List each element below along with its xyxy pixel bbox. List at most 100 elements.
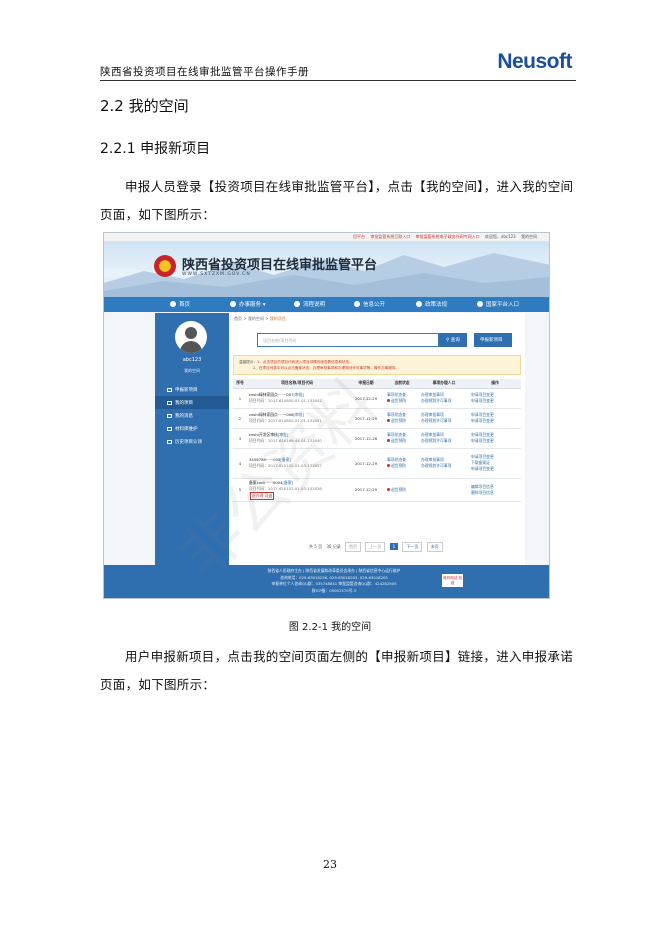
nav-national[interactable]: 国家平台入口: [477, 300, 519, 308]
entry-cell: [419, 478, 469, 502]
apply-date: 2017-12-29: [347, 408, 385, 429]
entry-link[interactable]: 办理规划许可事项: [421, 398, 467, 404]
row-number: 4: [233, 448, 247, 479]
top-link-extranet[interactable]: 审批监管系统电子政务外网专网入口: [416, 234, 480, 239]
sidebar-item-claim[interactable]: 历史项目认领: [155, 435, 229, 448]
breadcrumb-path[interactable]: 首页 > 我的空间 >: [234, 316, 270, 321]
project-name[interactable]: ceshi开发区审核: [249, 432, 278, 437]
national-emblem-icon: [154, 255, 176, 277]
pagination: 共 5 页 36 记录 首页 上一页 1 下一页 末页: [309, 542, 446, 552]
project-name[interactable]: 3456789······005: [249, 457, 280, 462]
column-header: 操作: [469, 379, 521, 389]
nav-disclosure-label: 信息公开: [363, 302, 386, 308]
column-header: 项目名称/项目代码: [247, 379, 347, 389]
materials-icon: [167, 427, 172, 431]
username: abc123: [182, 357, 202, 363]
sidebar-item-materials[interactable]: 材料库维护: [155, 422, 229, 435]
projects-icon: [167, 401, 172, 405]
ops-cell: 编辑项目信息 删除项目信息: [469, 478, 521, 502]
project-table: 序号 项目名称/项目代码 申报日期 当前状态 事项办理人口 操作 1 ceshi…: [233, 379, 521, 502]
top-link-my-space[interactable]: 我的空间: [521, 234, 537, 239]
status-link[interactable]: 退货预防: [391, 463, 406, 468]
top-bar: 回平台 审批监管系统互联入口 审批监管系统电子政务外网专网入口 欢迎您，abc1…: [104, 233, 549, 241]
project-type-tag: [审批]: [293, 392, 305, 397]
gov-site-error-badge[interactable]: 政府网站 找错: [441, 573, 464, 588]
page-number: 23: [323, 858, 337, 871]
status-link[interactable]: 退货预防: [391, 418, 406, 423]
sidebar: abc123 我的空间 申报新项目 我的项目 我的消息 材料库维护 历史项目认领: [155, 313, 229, 565]
project-code[interactable]: 项目代码：2017-610169-44-01-131840: [249, 438, 345, 444]
status-link[interactable]: 退货预防: [391, 487, 406, 492]
header-divider: [100, 80, 576, 81]
nav-home[interactable]: 首页: [170, 300, 190, 308]
nav-process[interactable]: 流程说明: [294, 300, 325, 308]
site-url: WWW.SXTZXM.GOV.CN: [182, 272, 251, 277]
sidebar-item-label: 我的消息: [175, 414, 193, 419]
new-project-icon: [167, 388, 172, 392]
my-space-screenshot: 回平台 审批监管系统互联入口 审批监管系统电子政务外网专网入口 欢迎您，abc1…: [103, 232, 550, 599]
op-link[interactable]: 申请项目变更: [471, 438, 519, 444]
table-row: 2 ceshi绿林家园点·······006[审批] 项目代码：2017-6108…: [233, 408, 521, 429]
apply-date: 2017-12-26: [347, 428, 385, 449]
tip-box: 温馨提示：1、点击项目的项目代码进入项目详情页面查看信息和状态。 2、在项目列表…: [233, 355, 521, 375]
current-page[interactable]: 1: [389, 543, 399, 550]
project-code[interactable]: 项目代码：2017-610800-01-01-131842: [249, 398, 345, 404]
column-header: 申报日期: [347, 379, 385, 389]
page-header: 陕西省投资项目在线审批监管平台操作手册 Neusoft: [100, 44, 576, 80]
sidebar-item-label: 材料库维护: [175, 427, 198, 432]
status-dot-icon: [387, 464, 390, 467]
process-icon: [294, 301, 300, 307]
project-code[interactable]: 项目代码：2017-610800-01-01-131841: [249, 418, 345, 424]
site-footer: 陕西省人民政府主办 | 陕西省发展和改革委员会承办 | 陕西省信息中心运行维护 …: [104, 565, 549, 598]
top-link-home[interactable]: 回平台: [353, 234, 365, 239]
nav-policy[interactable]: 政策法规: [416, 300, 447, 308]
status-link[interactable]: 退货预防: [391, 438, 406, 443]
entry-link[interactable]: 办理规划许可事项: [421, 463, 467, 469]
tip-label: 温馨提示：: [239, 360, 257, 364]
project-name[interactable]: ceshi绿林家园点·······006: [249, 412, 294, 417]
op-link[interactable]: 申请项目变更: [471, 466, 519, 472]
sidebar-item-label: 我的项目: [175, 401, 193, 406]
project-name[interactable]: 备案conk······0004: [249, 480, 283, 485]
user-body-icon: [180, 341, 202, 353]
next-page-button[interactable]: 下一页: [402, 542, 423, 552]
status-cell: 事项状态查 退货预防: [385, 448, 419, 479]
project-cell: 备案conk······0004[备案] 项目代码：2017-610102-01-…: [247, 478, 347, 502]
column-header: 当前状态: [385, 379, 419, 389]
project-cell: ceshi绿林家园点·······007[审批] 项目代码：2017-610800…: [247, 388, 347, 409]
figure-caption: 图 2.2-1 我的空间: [288, 622, 372, 633]
status-dot-icon: [387, 487, 390, 491]
entry-link[interactable]: 办理规划许可事项: [421, 438, 467, 444]
project-name[interactable]: ceshi绿林家园点·······007: [249, 392, 294, 397]
entry-cell: 办理审批事项 办理规划许可事项: [419, 388, 469, 409]
top-link-interconnect[interactable]: 审批监管系统互联入口: [370, 234, 410, 239]
nav-policy-label: 政策法规: [425, 302, 448, 308]
new-project-button[interactable]: 申报新项目: [474, 333, 512, 347]
op-link[interactable]: 申请项目变更: [471, 418, 519, 424]
withdraw-tag[interactable]: 退办理 可退: [250, 491, 275, 500]
op-link[interactable]: 删除项目信息: [471, 490, 519, 496]
search-input[interactable]: 项目名称/项目代码: [257, 333, 439, 347]
ops-cell: 申请项目变更 申请项目变更: [469, 408, 521, 429]
prev-page-button[interactable]: 上一页: [365, 542, 386, 552]
nav-services[interactable]: 办事服务 ▾: [230, 300, 266, 308]
instruction-paragraph: 用户申报新项目，点击我的空间页面左侧的【申报新项目】链接，进入申报承诺页面，如下…: [100, 649, 574, 692]
entry-link[interactable]: 办理规划许可事项: [421, 418, 467, 424]
status-link[interactable]: 退货预防: [391, 398, 406, 403]
nav-disclosure[interactable]: 信息公开: [354, 300, 385, 308]
site-title: 陕西省投资项目在线审批监管平台: [182, 258, 378, 273]
first-page-button[interactable]: 首页: [345, 542, 362, 552]
site-banner: 陕西省投资项目在线审批监管平台 WWW.SXTZXM.GOV.CN: [104, 241, 549, 297]
top-links: 回平台 审批监管系统互联入口 审批监管系统电子政务外网专网入口 欢迎您，abc1…: [349, 234, 537, 240]
sidebar-item-new-project[interactable]: 申报新项目: [155, 383, 229, 396]
search-button[interactable]: ⚲ 查询: [439, 333, 467, 347]
column-header: 序号: [233, 379, 247, 389]
last-page-button[interactable]: 末页: [426, 542, 443, 552]
project-code[interactable]: 项目代码：2017-610102-01-03-131837: [249, 463, 345, 469]
op-link[interactable]: 申请项目变更: [471, 398, 519, 404]
sidebar-item-my-projects[interactable]: 我的项目: [155, 396, 229, 409]
my-space-link[interactable]: 我的空间: [155, 368, 229, 374]
policy-icon: [416, 301, 422, 307]
neusoft-logo: Neusoft: [497, 50, 572, 73]
sidebar-item-messages[interactable]: 我的消息: [155, 409, 229, 422]
